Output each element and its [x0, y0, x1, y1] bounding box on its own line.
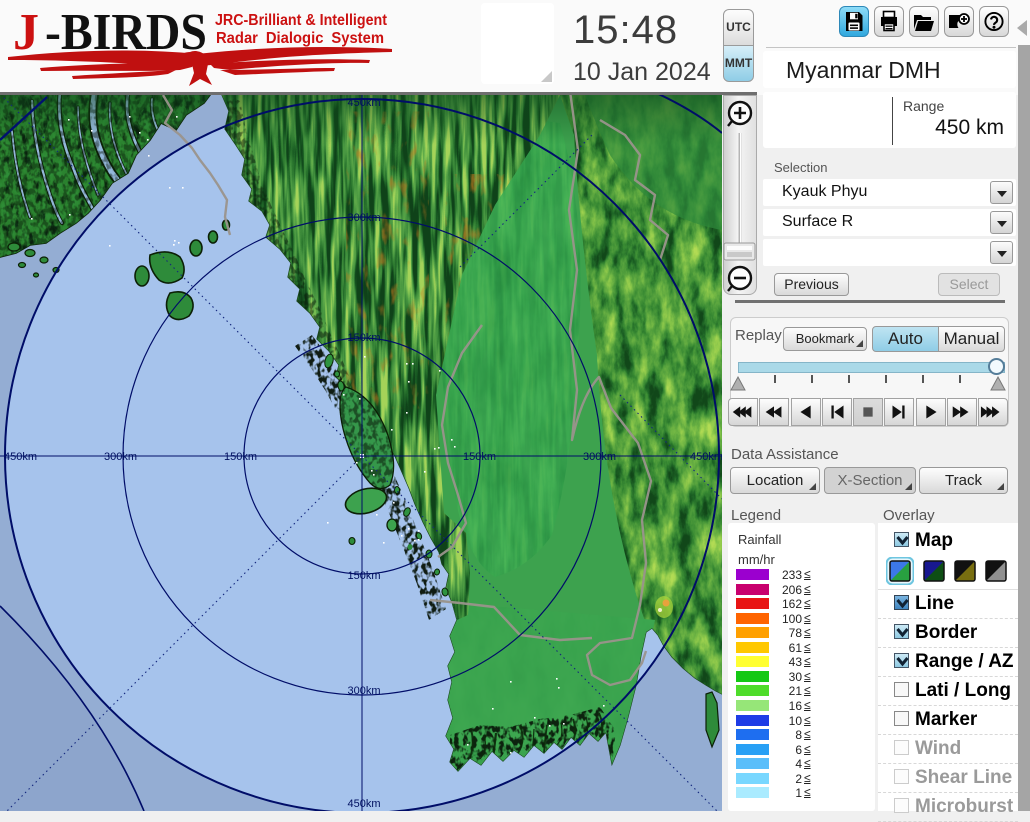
svg-text:300km: 300km: [347, 212, 380, 224]
svg-text:150km: 150km: [347, 570, 380, 582]
svg-text:300km: 300km: [347, 685, 380, 697]
svg-text:450km: 450km: [4, 451, 37, 463]
svg-text:450km: 450km: [690, 451, 722, 463]
svg-text:Radar Dialogic System: Radar Dialogic System: [216, 30, 384, 47]
svg-text:300km: 300km: [104, 451, 137, 463]
svg-text:150km: 150km: [347, 332, 380, 344]
svg-text:150km: 150km: [463, 451, 496, 463]
svg-text:JRC-Brilliant & Intelligent: JRC-Brilliant & Intelligent: [215, 12, 387, 29]
svg-text:450km: 450km: [347, 798, 380, 810]
svg-text:300km: 300km: [583, 451, 616, 463]
svg-text:450km: 450km: [347, 97, 380, 109]
svg-text:150km: 150km: [224, 451, 257, 463]
svg-text:J: J: [13, 4, 39, 61]
